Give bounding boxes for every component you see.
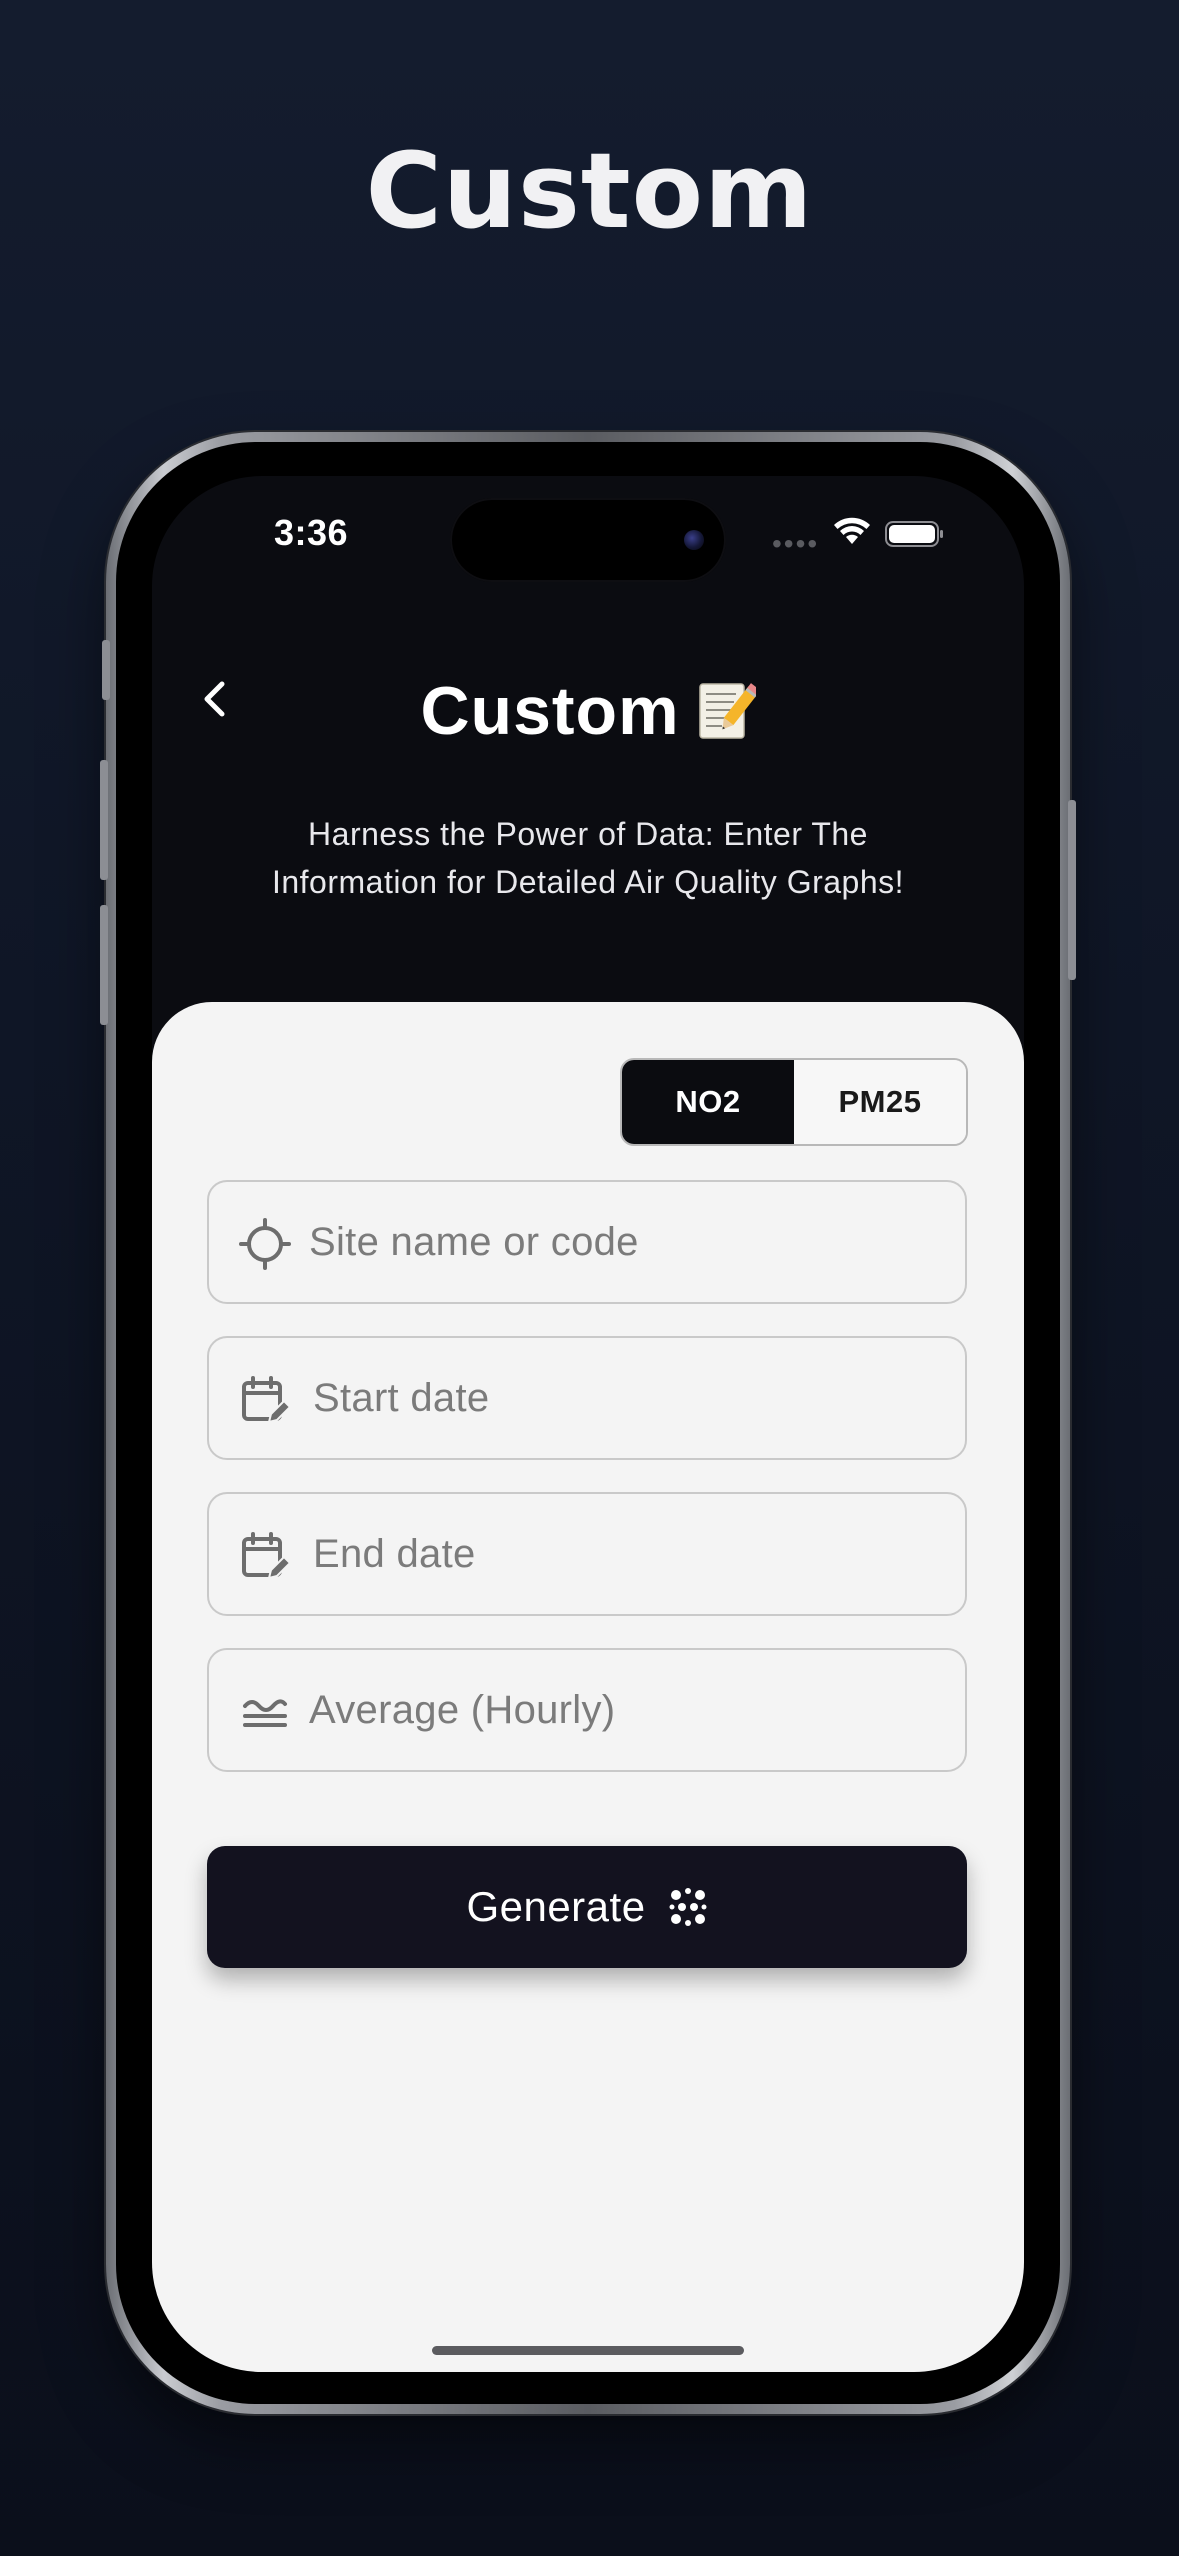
- average-value: Average (Hourly): [309, 1688, 616, 1732]
- battery-icon: [885, 521, 943, 547]
- generate-label: Generate: [466, 1883, 646, 1930]
- app-screen: 3:36 •••• Custom Harness the Power of Da…: [152, 476, 1024, 2372]
- wifi-icon: [834, 517, 870, 544]
- side-button-volume-up: [100, 760, 108, 880]
- calendar-edit-icon: [242, 1376, 291, 1424]
- average-select[interactable]: Average (Hourly): [207, 1648, 967, 1772]
- page-heading: Custom: [365, 130, 814, 252]
- toggle-option-no2[interactable]: NO2: [622, 1060, 794, 1144]
- side-button-mute: [102, 640, 110, 700]
- subtitle-line-1: Harness the Power of Data: Enter The: [308, 816, 868, 852]
- site-placeholder: Site name or code: [309, 1220, 639, 1264]
- calendar-edit-icon: [242, 1532, 291, 1580]
- sparkle-dots-icon: [669, 1888, 707, 1926]
- dynamic-island: [450, 498, 726, 582]
- subtitle-line-2: Information for Detailed Air Quality Gra…: [271, 864, 905, 900]
- camera-icon: [684, 530, 704, 550]
- subtitle: Harness the Power of Data: Enter The Inf…: [212, 810, 964, 906]
- screen-title: Custom: [152, 672, 1024, 750]
- start-date-field[interactable]: Start date: [207, 1336, 967, 1460]
- site-field[interactable]: Site name or code: [207, 1180, 967, 1304]
- start-date-placeholder: Start date: [313, 1376, 490, 1420]
- pollutant-toggle: NO2 PM25: [620, 1058, 968, 1146]
- end-date-placeholder: End date: [313, 1532, 476, 1576]
- end-date-field[interactable]: End date: [207, 1492, 967, 1616]
- side-button-power: [1068, 800, 1076, 980]
- signal-dots-icon: ••••: [772, 528, 820, 559]
- memo-emoji-icon: [698, 683, 756, 739]
- toggle-option-pm25[interactable]: PM25: [794, 1060, 966, 1144]
- home-indicator[interactable]: [432, 2346, 744, 2355]
- generate-button[interactable]: Generate: [207, 1846, 967, 1968]
- average-lines-icon: [243, 1699, 287, 1727]
- crosshair-icon: [239, 1218, 291, 1270]
- status-time: 3:36: [274, 512, 349, 553]
- side-button-volume-down: [100, 905, 108, 1025]
- form-card: NO2 PM25 Site name or code Start date En…: [152, 1002, 1024, 2372]
- screen-title-text: Custom: [420, 673, 680, 749]
